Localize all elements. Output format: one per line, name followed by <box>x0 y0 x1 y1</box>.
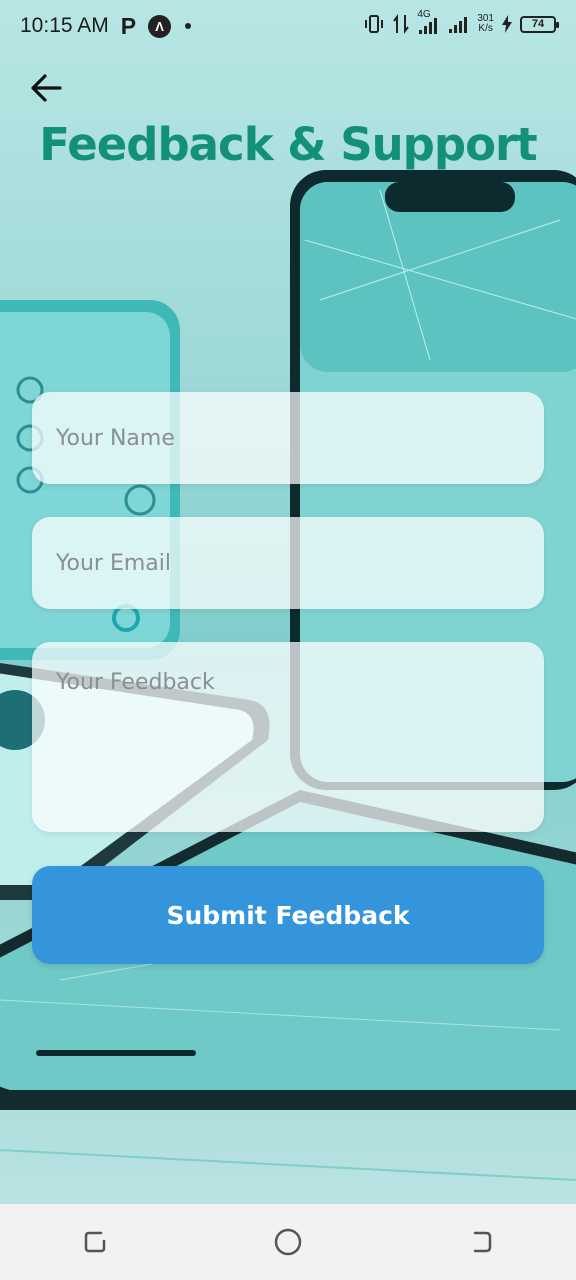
arrow-left-icon <box>31 74 62 102</box>
notification-dot-icon <box>185 23 192 29</box>
notification-nav-icon: Λ <box>148 14 172 38</box>
name-field-container <box>32 392 544 484</box>
page-title: Feedback & Support <box>39 118 537 171</box>
home-circle-icon <box>274 1228 302 1256</box>
signal-4g-indicator: 4G <box>417 10 439 36</box>
notification-p-icon: P <box>120 12 137 39</box>
recents-icon <box>84 1231 106 1253</box>
status-time: 10:15 AM <box>20 14 109 37</box>
submit-feedback-button[interactable]: Submit Feedback <box>32 866 544 964</box>
network-speed-unit: K/s <box>478 23 493 34</box>
data-transfer-icon <box>393 14 410 34</box>
nav-back-icon <box>473 1231 492 1253</box>
system-nav-bar <box>0 1204 576 1280</box>
signal-2-icon <box>449 17 468 33</box>
charging-icon <box>502 15 512 33</box>
recents-button[interactable] <box>66 1212 126 1272</box>
feedback-field-container <box>32 642 544 832</box>
back-button[interactable] <box>26 68 66 108</box>
signal-icon <box>419 18 438 34</box>
network-speed: 301 K/s <box>477 14 494 34</box>
email-input[interactable] <box>32 517 544 609</box>
feedback-textarea[interactable] <box>32 642 544 832</box>
home-button[interactable] <box>258 1212 318 1272</box>
battery-icon: 74 <box>520 15 559 33</box>
status-bar: 10:15 AM P Λ 4G 301 K/s 74 <box>0 0 576 52</box>
name-input[interactable] <box>32 392 544 484</box>
vibrate-icon <box>365 15 384 33</box>
nav-back-button[interactable] <box>450 1212 510 1272</box>
screen: 10:15 AM P Λ 4G 301 K/s 74 Feedback & Su… <box>0 0 576 1204</box>
email-field-container <box>32 517 544 609</box>
